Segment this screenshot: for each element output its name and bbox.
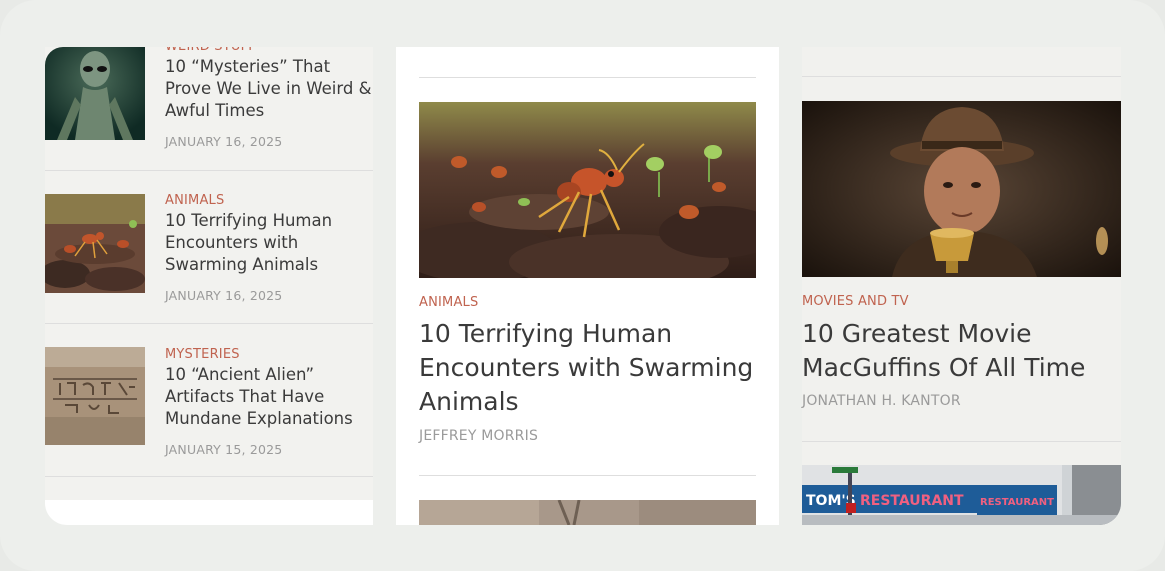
article-title[interactable]: 10 Terrifying Human Encounters with Swar…: [165, 210, 375, 276]
list-item[interactable]: WEIRD STUFF 10 “Mysteries” That Prove We…: [45, 47, 373, 169]
author-name[interactable]: JEFFREY MORRIS: [419, 428, 538, 444]
thumbnail-alien[interactable]: [45, 47, 145, 140]
article-title[interactable]: 10 “Ancient Alien” Artifacts That Have M…: [165, 364, 375, 430]
list-item[interactable]: MYSTERIES 10 “Ancient Alien” Artifacts T…: [45, 347, 373, 477]
app-frame: WEIRD STUFF 10 “Mysteries” That Prove We…: [0, 0, 1165, 571]
category-label[interactable]: WEIRD STUFF: [165, 47, 375, 55]
category-label[interactable]: ANIMALS: [419, 295, 478, 311]
author-name[interactable]: JONATHAN H. KANTOR: [802, 393, 961, 409]
category-label[interactable]: MOVIES AND TV: [802, 294, 909, 310]
featured-image[interactable]: [419, 102, 756, 278]
divider: [802, 76, 1121, 77]
sign-text-main: RESTAURANT: [860, 493, 964, 509]
sidebar-footer-area: [45, 500, 373, 525]
divider: [802, 441, 1121, 442]
article-title[interactable]: 10 Terrifying Human Encounters with Swar…: [419, 317, 759, 419]
featured-article: ANIMALS 10 Terrifying Human Encounters w…: [396, 47, 779, 525]
divider: [419, 475, 756, 476]
secondary-article: MOVIES AND TV 10 Greatest Movie MacGuffi…: [802, 47, 1121, 525]
list-item[interactable]: ANIMALS 10 Terrifying Human Encounters w…: [45, 193, 373, 323]
category-label[interactable]: MYSTERIES: [165, 347, 375, 363]
divider: [419, 77, 756, 78]
article-image[interactable]: [802, 101, 1121, 277]
next-article-image[interactable]: TOM'S RESTAURANT RESTAURANT: [802, 465, 1121, 525]
article-title[interactable]: 10 Greatest Movie MacGuffins Of All Time: [802, 317, 1121, 385]
sign-text-side: RESTAURANT: [980, 497, 1054, 508]
publish-date: JANUARY 16, 2025: [165, 134, 283, 149]
sidebar-list: WEIRD STUFF 10 “Mysteries” That Prove We…: [45, 47, 373, 525]
publish-date: JANUARY 16, 2025: [165, 288, 283, 303]
category-label[interactable]: ANIMALS: [165, 193, 375, 209]
publish-date: JANUARY 15, 2025: [165, 442, 283, 457]
next-article-image[interactable]: [419, 500, 756, 525]
content-viewport: WEIRD STUFF 10 “Mysteries” That Prove We…: [45, 47, 1121, 525]
divider: [45, 323, 373, 324]
article-title[interactable]: 10 “Mysteries” That Prove We Live in Wei…: [165, 56, 375, 122]
thumbnail-ants[interactable]: [45, 194, 145, 293]
divider: [45, 476, 373, 477]
divider: [45, 170, 373, 171]
thumbnail-hieroglyphs[interactable]: [45, 347, 145, 445]
